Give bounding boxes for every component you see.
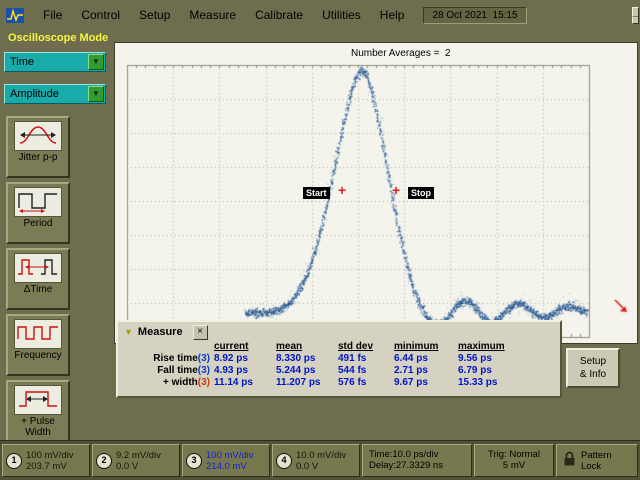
channel-1-button[interactable]: 1 100 mV/div 203.7 mV (2, 444, 90, 477)
time-dropdown[interactable]: Time ▼ (4, 52, 106, 72)
stop-marker-label[interactable]: Stop (408, 187, 434, 199)
frequency-button[interactable]: Frequency (6, 314, 70, 376)
delta-time-label: ΔTime (8, 284, 68, 295)
channel-1-readout: 100 mV/div 203.7 mV (26, 450, 74, 472)
app-icon (6, 8, 24, 23)
width-current: 11.14 ps (214, 377, 276, 389)
status-bar: 1 100 mV/div 203.7 mV 2 9.2 mV/div 0.0 V… (0, 440, 640, 480)
chevron-down-icon[interactable]: ▼ (88, 54, 104, 70)
start-marker-label[interactable]: Start (303, 187, 330, 199)
rise-time-mean: 8.330 ps (276, 353, 338, 365)
channel-3-readout: 100 mV/div 214.0 mV (206, 450, 254, 472)
rise-time-maximum: 9.56 ps (458, 353, 522, 365)
channel-tag: (3) (198, 365, 210, 376)
pulse-width-label: + Pulse Width (8, 416, 68, 438)
menu-calibrate[interactable]: Calibrate (255, 8, 303, 22)
setup-info-line2: & Info (568, 368, 618, 381)
waveform-canvas (115, 43, 637, 343)
datetime-display: 28 Oct 2021 15:15 (423, 7, 526, 24)
measure-panel-title: Measure (138, 326, 183, 338)
waveform-display: Number Averages = 2 Start + + Stop (114, 42, 638, 344)
close-icon[interactable]: × (193, 325, 208, 340)
rise-time-minimum: 6.44 ps (394, 353, 458, 365)
channel-4-readout: 10.0 mV/div 0.0 V (296, 450, 346, 472)
menu-setup[interactable]: Setup (139, 8, 170, 22)
jitter-pp-label: Jitter p-p (8, 152, 68, 163)
jitter-pp-icon (14, 121, 62, 151)
delta-time-icon (14, 253, 62, 283)
trigger-button[interactable]: Trig: Normal 5 mV (474, 444, 554, 477)
row-label-rise-time: Rise time(3) (120, 353, 214, 365)
amplitude-dropdown[interactable]: Amplitude ▼ (4, 84, 106, 104)
menu-bar: File Control Setup Measure Calibrate Uti… (0, 0, 640, 30)
timebase-delay: Delay:27.3329 ns (369, 460, 471, 471)
col-header-current: current (214, 341, 276, 353)
pulse-width-icon (14, 385, 62, 415)
row-label-pulse-width: + width(3) (120, 377, 214, 389)
setup-info-line1: Setup (568, 355, 618, 368)
stop-marker-icon[interactable]: + (392, 184, 400, 196)
timebase-button[interactable]: Time:10.0 ps/div Delay:27.3329 ns (362, 444, 472, 477)
measure-table: current mean std dev minimum maximum Ris… (118, 340, 560, 390)
width-maximum: 15.33 ps (458, 377, 522, 389)
chevron-down-icon[interactable]: ▼ (88, 86, 104, 102)
lock-icon (563, 451, 576, 470)
col-header-mean: mean (276, 341, 338, 353)
width-mean: 11.207 ps (276, 377, 338, 389)
menu-control[interactable]: Control (81, 8, 120, 22)
menu-utilities[interactable]: Utilities (322, 8, 361, 22)
frequency-label: Frequency (8, 350, 68, 361)
measure-panel-header: ▼ Measure × (118, 322, 560, 340)
menu-file[interactable]: File (43, 8, 62, 22)
collapse-triangle-icon[interactable]: ▼ (124, 327, 133, 337)
channel-4-button[interactable]: 4 10.0 mV/div 0.0 V (272, 444, 360, 477)
menu-help[interactable]: Help (380, 8, 405, 22)
row-label-fall-time: Fall time(3) (120, 365, 214, 377)
oscilloscope-screen: File Control Setup Measure Calibrate Uti… (0, 0, 640, 480)
channel-tag: (3) (198, 377, 210, 388)
channel-1-number: 1 (6, 453, 22, 469)
amplitude-dropdown-label: Amplitude (5, 88, 88, 100)
fall-time-minimum: 2.71 ps (394, 365, 458, 377)
rise-time-current: 8.92 ps (214, 353, 276, 365)
rise-time-stddev: 491 fs (338, 353, 394, 365)
pattern-lock-label: Pattern Lock (581, 450, 612, 472)
mode-label: Oscilloscope Mode (8, 32, 108, 44)
fall-time-stddev: 544 fs (338, 365, 394, 377)
period-label: Period (8, 218, 68, 229)
fall-time-maximum: 6.79 ps (458, 365, 522, 377)
channel-2-number: 2 (96, 453, 112, 469)
channel-2-button[interactable]: 2 9.2 mV/div 0.0 V (92, 444, 180, 477)
time-dropdown-label: Time (5, 56, 88, 68)
minimize-button[interactable]: _ (632, 7, 640, 24)
channel-tag: (3) (198, 353, 210, 364)
width-stddev: 576 fs (338, 377, 394, 389)
pulse-width-button[interactable]: + Pulse Width (6, 380, 70, 442)
fall-time-current: 4.93 ps (214, 365, 276, 377)
channel-4-number: 4 (276, 453, 292, 469)
period-button[interactable]: Period (6, 182, 70, 244)
timebase-scale: Time:10.0 ps/div (369, 449, 471, 460)
jitter-pp-button[interactable]: Jitter p-p (6, 116, 70, 178)
channel-3-button[interactable]: 3 100 mV/div 214.0 mV (182, 444, 270, 477)
trigger-mode: Trig: Normal (475, 449, 553, 460)
channel-2-readout: 9.2 mV/div 0.0 V (116, 450, 161, 472)
col-header-minimum: minimum (394, 341, 458, 353)
delta-time-button[interactable]: ΔTime (6, 248, 70, 310)
averages-readout: Number Averages = 2 (351, 48, 451, 59)
fall-time-mean: 5.244 ps (276, 365, 338, 377)
setup-info-button[interactable]: Setup & Info (566, 348, 620, 388)
pattern-lock-button[interactable]: Pattern Lock (556, 444, 638, 477)
frequency-icon (14, 319, 62, 349)
trigger-level: 5 mV (475, 460, 553, 471)
start-marker-icon[interactable]: + (338, 184, 346, 196)
period-icon (14, 187, 62, 217)
measure-panel: ▼ Measure × current mean std dev minimum… (116, 320, 562, 398)
width-minimum: 9.67 ps (394, 377, 458, 389)
col-header-stddev: std dev (338, 341, 394, 353)
menu-measure[interactable]: Measure (189, 8, 236, 22)
col-header-maximum: maximum (458, 341, 522, 353)
channel-3-number: 3 (186, 453, 202, 469)
